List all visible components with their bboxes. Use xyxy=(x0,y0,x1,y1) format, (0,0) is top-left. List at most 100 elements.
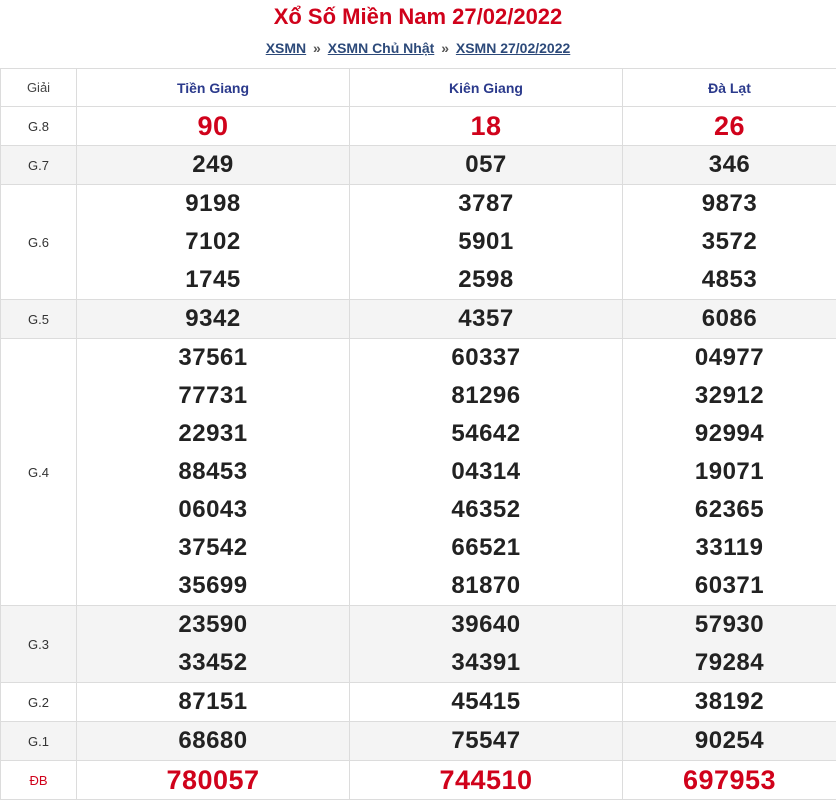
prize-cell: 38192 xyxy=(623,683,836,722)
prize-number: 33119 xyxy=(623,529,836,567)
prize-number: 3572 xyxy=(623,223,836,261)
prize-label: G.2 xyxy=(1,683,77,722)
prize-number: 346 xyxy=(623,146,836,184)
prize-row: G.6919871021745378759012598987335724853 xyxy=(1,185,836,300)
prize-number: 54642 xyxy=(350,415,622,453)
prize-number: 9342 xyxy=(77,300,349,338)
page-header: Xổ Số Miền Nam 27/02/2022 XSMN » XSMN Ch… xyxy=(0,0,836,68)
province-header-kien-giang[interactable]: Kiên Giang xyxy=(350,69,623,107)
prize-number: 60337 xyxy=(350,339,622,377)
prize-number: 057 xyxy=(350,146,622,184)
breadcrumb-separator: » xyxy=(313,40,321,56)
breadcrumb-link-xsmn[interactable]: XSMN xyxy=(266,40,306,56)
prize-number: 7102 xyxy=(77,223,349,261)
prize-row: G.43756177731229318845306043375423569960… xyxy=(1,339,836,606)
prize-cell: 90254 xyxy=(623,722,836,761)
prize-number: 6086 xyxy=(623,300,836,338)
prize-number: 90254 xyxy=(623,722,836,760)
prize-number: 92994 xyxy=(623,415,836,453)
prize-number: 23590 xyxy=(77,606,349,644)
prize-number: 5901 xyxy=(350,223,622,261)
prize-cell: 5793079284 xyxy=(623,606,836,683)
prize-row: G.1686807554790254 xyxy=(1,722,836,761)
prize-cell: 987335724853 xyxy=(623,185,836,300)
prize-row: G.8901826 xyxy=(1,107,836,146)
prize-number: 04977 xyxy=(623,339,836,377)
prize-number: 46352 xyxy=(350,491,622,529)
prize-label: G.5 xyxy=(1,300,77,339)
prize-number: 33452 xyxy=(77,644,349,682)
prize-label: G.4 xyxy=(1,339,77,606)
prize-number: 32912 xyxy=(623,377,836,415)
prize-number: 04314 xyxy=(350,453,622,491)
prize-number: 38192 xyxy=(623,683,836,721)
prize-cell: 919871021745 xyxy=(77,185,350,300)
prize-number: 88453 xyxy=(77,453,349,491)
prize-cell: 4357 xyxy=(350,300,623,339)
prize-number: 19071 xyxy=(623,453,836,491)
prize-label: G.6 xyxy=(1,185,77,300)
province-header-tien-giang[interactable]: Tiền Giang xyxy=(77,69,350,107)
prize-number: 37542 xyxy=(77,529,349,567)
prize-number: 34391 xyxy=(350,644,622,682)
prize-row: G.3235903345239640343915793079284 xyxy=(1,606,836,683)
g8-number: 90 xyxy=(77,107,349,145)
prize-label: G.7 xyxy=(1,146,77,185)
prize-cell: 87151 xyxy=(77,683,350,722)
prize-number: 81870 xyxy=(350,567,622,605)
prize-cell: 68680 xyxy=(77,722,350,761)
g8-number: 26 xyxy=(623,107,836,145)
prize-cell: 26 xyxy=(623,107,836,146)
prize-number: 1745 xyxy=(77,261,349,299)
prize-cell: 2359033452 xyxy=(77,606,350,683)
prize-cell: 37561777312293188453060433754235699 xyxy=(77,339,350,606)
prize-cell: 60337812965464204314463526652181870 xyxy=(350,339,623,606)
prize-column-header: Giải xyxy=(1,69,77,107)
prize-cell: 04977329129299419071623653311960371 xyxy=(623,339,836,606)
prize-number: 9198 xyxy=(77,185,349,223)
prize-row: G.2871514541538192 xyxy=(1,683,836,722)
page-title: Xổ Số Miền Nam 27/02/2022 xyxy=(0,4,836,30)
prize-label: G.3 xyxy=(1,606,77,683)
results-table: Giải Tiền Giang Kiên Giang Đà Lạt G.8901… xyxy=(0,68,836,800)
prize-row: G.7249057346 xyxy=(1,146,836,185)
prize-number: 68680 xyxy=(77,722,349,760)
prize-number: 9873 xyxy=(623,185,836,223)
prize-number: 3787 xyxy=(350,185,622,223)
prize-cell: 3964034391 xyxy=(350,606,623,683)
g8-number: 18 xyxy=(350,107,622,145)
prize-number: 66521 xyxy=(350,529,622,567)
prize-number: 62365 xyxy=(623,491,836,529)
prize-number: 60371 xyxy=(623,567,836,605)
prize-cell: 75547 xyxy=(350,722,623,761)
prize-label: G.8 xyxy=(1,107,77,146)
prize-cell: 346 xyxy=(623,146,836,185)
prize-label: G.1 xyxy=(1,722,77,761)
prize-row: G.5934243576086 xyxy=(1,300,836,339)
prize-cell: 18 xyxy=(350,107,623,146)
prize-number: 87151 xyxy=(77,683,349,721)
prize-number: 81296 xyxy=(350,377,622,415)
special-prize-number: 780057 xyxy=(77,761,349,799)
special-prize-number: 697953 xyxy=(623,761,836,799)
prize-number: 75547 xyxy=(350,722,622,760)
special-prize-number: 744510 xyxy=(350,761,622,799)
prize-cell: 057 xyxy=(350,146,623,185)
results-body: G.8901826G.7249057346G.69198710217453787… xyxy=(1,107,836,800)
prize-number: 4357 xyxy=(350,300,622,338)
breadcrumb-link-xsmn-chu-nhat[interactable]: XSMN Chủ Nhật xyxy=(328,40,435,56)
breadcrumb-link-xsmn-date[interactable]: XSMN 27/02/2022 xyxy=(456,40,570,56)
prize-number: 57930 xyxy=(623,606,836,644)
breadcrumb: XSMN » XSMN Chủ Nhật » XSMN 27/02/2022 xyxy=(0,39,836,57)
prize-cell: 45415 xyxy=(350,683,623,722)
prize-number: 77731 xyxy=(77,377,349,415)
prize-number: 249 xyxy=(77,146,349,184)
prize-cell: 9342 xyxy=(77,300,350,339)
prize-number: 45415 xyxy=(350,683,622,721)
province-header-da-lat[interactable]: Đà Lạt xyxy=(623,69,836,107)
prize-cell: 249 xyxy=(77,146,350,185)
prize-number: 22931 xyxy=(77,415,349,453)
breadcrumb-separator: » xyxy=(441,40,449,56)
table-header-row: Giải Tiền Giang Kiên Giang Đà Lạt xyxy=(1,69,836,107)
prize-number: 06043 xyxy=(77,491,349,529)
